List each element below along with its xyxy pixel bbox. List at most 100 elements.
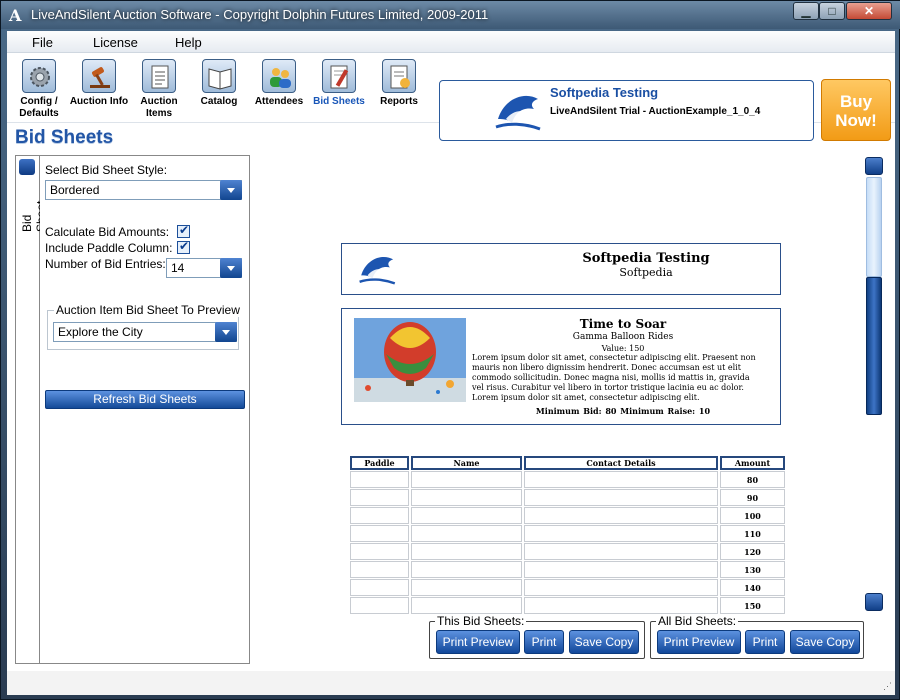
toolbar-label: Auction Info (69, 96, 129, 107)
bid-sheet-preview: Softpedia Testing Softpedia Time to Soar… (254, 155, 864, 665)
sheet-header-subtitle: Softpedia (619, 266, 673, 279)
sheet-header-title: Softpedia Testing (582, 251, 710, 266)
amount-cell: 150 (720, 597, 785, 614)
calc-bid-amounts-checkbox[interactable] (177, 223, 190, 238)
toolbar-auction-items[interactable]: Auction Items (129, 59, 189, 120)
buy-now-line2: Now! (835, 111, 877, 130)
chevron-down-icon[interactable] (220, 180, 242, 200)
amount-cell: 110 (720, 525, 785, 542)
toolbar-auction-info[interactable]: Auction Info (68, 59, 130, 108)
paddle-cell (350, 579, 409, 596)
toolbar-catalog[interactable]: Catalog (189, 59, 249, 108)
bid-entries-value: 14 (171, 261, 185, 275)
this-print-button[interactable]: Print (524, 630, 564, 654)
bid-sheet-options-panel: Select Bid Sheet Style: Bordered Calcula… (40, 155, 250, 664)
paddle-cell (350, 525, 409, 542)
item-description: Lorem ipsum dolor sit amet, consectetur … (472, 353, 756, 402)
toolbar-attendees[interactable]: Attendees (249, 59, 309, 108)
tab-bid-sheet[interactable]: Bid Sheet (15, 155, 48, 664)
this-bid-sheet-actions: This Bid Sheets: Print Preview Print Sav… (429, 614, 645, 659)
all-save-copy-button[interactable]: Save Copy (790, 630, 860, 654)
banner-subtitle: LiveAndSilent Trial - AuctionExample_1_0… (550, 106, 761, 117)
maximize-button[interactable]: □ (819, 2, 845, 20)
scroll-thumb[interactable] (866, 277, 882, 415)
table-row: 150 (350, 597, 785, 614)
menu-bar: File License Help (7, 31, 895, 53)
paddle-column-checkbox[interactable] (177, 239, 190, 254)
name-cell (411, 507, 522, 524)
dolphin-logo-icon (495, 95, 541, 131)
refresh-bid-sheets-button[interactable]: Refresh Bid Sheets (45, 390, 245, 409)
paddle-cell (350, 561, 409, 578)
buy-now-button[interactable]: Buy Now! (821, 79, 891, 141)
this-save-copy-button[interactable]: Save Copy (569, 630, 639, 654)
window-title: LiveAndSilent Auction Software - Copyrig… (31, 7, 489, 22)
status-bar (7, 671, 895, 695)
scroll-track[interactable] (866, 177, 882, 277)
toolbar-label: Bid Sheets (313, 96, 365, 107)
name-cell (411, 471, 522, 488)
minimize-button[interactable]: ▁ (793, 2, 819, 20)
toolbar-config-defaults[interactable]: Config / Defaults (9, 59, 69, 120)
vertical-scrollbar[interactable] (865, 157, 883, 611)
preview-item-value: Explore the City (58, 325, 143, 339)
paddle-cell (350, 543, 409, 560)
tab-color-swatch (19, 159, 35, 175)
name-cell (411, 489, 522, 506)
pencil-sheet-icon (322, 59, 356, 93)
amount-cell: 130 (720, 561, 785, 578)
contact-cell (524, 489, 718, 506)
column-header-amount: Amount (720, 456, 785, 470)
scroll-up-button[interactable] (865, 157, 883, 175)
menu-license[interactable]: License (93, 35, 138, 50)
report-icon (382, 59, 416, 93)
toolbar-reports[interactable]: Reports (369, 59, 429, 108)
all-print-button[interactable]: Print (745, 630, 785, 654)
chevron-down-icon[interactable] (215, 322, 237, 342)
column-header-paddle: Paddle (350, 456, 409, 470)
name-cell (411, 561, 522, 578)
chevron-down-icon[interactable] (220, 258, 242, 278)
sheet-header-card: Softpedia Testing Softpedia (341, 243, 781, 295)
item-donor: Gamma Balloon Rides (572, 332, 674, 342)
title-bar[interactable]: A LiveAndSilent Auction Software - Copyr… (1, 1, 900, 29)
auction-banner: Softpedia Testing LiveAndSilent Trial - … (439, 80, 814, 141)
preview-item-select[interactable]: Explore the City (53, 322, 237, 342)
open-book-icon (202, 59, 236, 93)
style-select-value: Bordered (50, 183, 100, 197)
table-row: 90 (350, 489, 785, 506)
amount-cell: 90 (720, 489, 785, 506)
bid-entries-label: Number of Bid Entries: (45, 257, 166, 271)
name-cell (411, 525, 522, 542)
people-icon (262, 59, 296, 93)
resize-grip-icon[interactable]: ⋰ (883, 681, 893, 691)
document-list-icon (142, 59, 176, 93)
app-logo-icon: A (9, 6, 22, 25)
amount-cell: 140 (720, 579, 785, 596)
table-header-row: Paddle Name Contact Details Amount (350, 456, 785, 470)
menu-help[interactable]: Help (175, 35, 202, 50)
style-select[interactable]: Bordered (45, 180, 242, 200)
toolbar-label: Catalog (200, 96, 238, 107)
contact-cell (524, 525, 718, 542)
menu-file[interactable]: File (32, 35, 53, 50)
gavel-icon (82, 59, 116, 93)
auction-item-card: Time to Soar Gamma Balloon Rides Value: … (341, 308, 781, 425)
toolbar-label: Auction Items (140, 96, 178, 119)
this-print-preview-button[interactable]: Print Preview (436, 630, 520, 654)
bid-entries-select[interactable]: 14 (166, 258, 242, 278)
amount-cell: 120 (720, 543, 785, 560)
this-bid-sheet-label: This Bid Sheets: (435, 614, 527, 628)
table-row: 100 (350, 507, 785, 524)
toolbar-bid-sheets[interactable]: Bid Sheets (309, 59, 369, 108)
gears-icon (22, 59, 56, 93)
toolbar-label: Config / Defaults (19, 96, 59, 119)
paddle-cell (350, 507, 409, 524)
close-button[interactable]: ✕ (846, 2, 892, 20)
column-header-contact: Contact Details (524, 456, 718, 470)
table-row: 120 (350, 543, 785, 560)
style-label: Select Bid Sheet Style: (45, 163, 168, 177)
table-row: 130 (350, 561, 785, 578)
scroll-down-button[interactable] (865, 593, 883, 611)
all-print-preview-button[interactable]: Print Preview (657, 630, 741, 654)
